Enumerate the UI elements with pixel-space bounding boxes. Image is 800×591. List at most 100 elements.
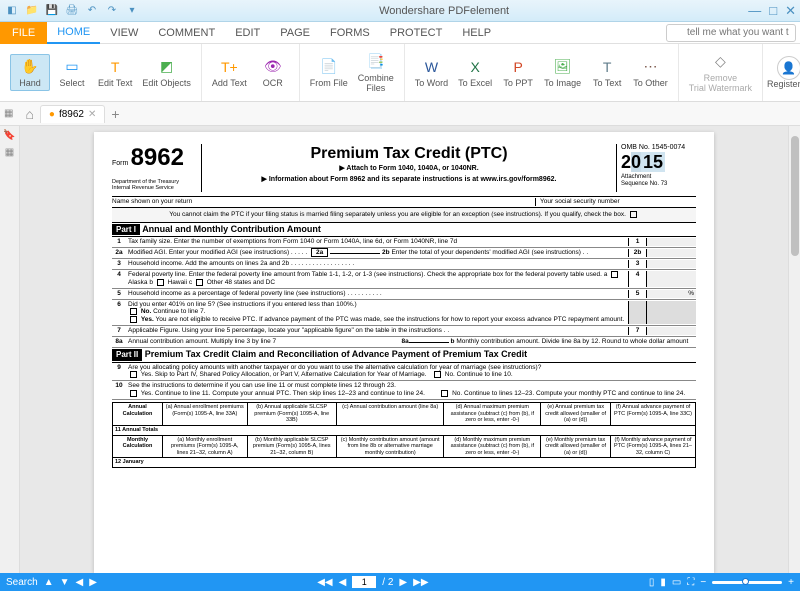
thumbnails-icon[interactable]: ▦	[5, 147, 14, 158]
menu-edit[interactable]: EDIT	[225, 22, 270, 44]
scroll-thumb[interactable]	[791, 136, 799, 256]
registered-button[interactable]: 👤Registered	[763, 54, 800, 92]
line2b-value[interactable]	[646, 249, 696, 257]
prev-page-button[interactable]: ◀	[339, 577, 347, 588]
remove-watermark-tool[interactable]: ◇Remove Trial Watermark	[685, 50, 756, 96]
page-number-input[interactable]	[352, 576, 376, 588]
home-tab-icon[interactable]: ⌂	[25, 106, 33, 122]
line1-value[interactable]	[646, 238, 696, 246]
line6-no-checkbox[interactable]	[130, 308, 137, 315]
save-icon[interactable]: 💾	[44, 3, 60, 19]
exception-checkbox[interactable]	[630, 211, 637, 218]
menu-protect[interactable]: PROTECT	[380, 22, 453, 44]
line10-no-checkbox[interactable]	[441, 390, 448, 397]
content-area: 🔖 ▦ Form 8962 Department of the Treasury…	[0, 126, 800, 573]
edit-text-tool[interactable]: TEdit Text	[94, 55, 136, 91]
omb: OMB No. 1545-0074	[621, 144, 696, 152]
menu-forms[interactable]: FORMS	[320, 22, 380, 44]
undo-icon[interactable]: ↶	[84, 3, 100, 19]
line3-value[interactable]	[646, 260, 696, 268]
row-12: 12 January	[113, 458, 696, 468]
hawaii-checkbox[interactable]	[157, 279, 164, 286]
user-icon: 👤	[777, 56, 800, 80]
to-text-tool[interactable]: TTo Text	[587, 55, 627, 91]
pdf-page: Form 8962 Department of the Treasury Int…	[94, 132, 714, 573]
line7: Applicable Figure. Using your line 5 per…	[126, 327, 628, 335]
redo-icon[interactable]: ↷	[104, 3, 120, 19]
qa-dropdown-icon[interactable]: ▾	[124, 3, 140, 19]
ocr-tool[interactable]: 👁OCR	[253, 55, 293, 91]
help-search-input[interactable]	[666, 24, 796, 42]
print-icon[interactable]: 🖨	[64, 3, 80, 19]
hand-tool[interactable]: ✋Hand	[10, 54, 50, 92]
zoom-slider[interactable]	[712, 581, 782, 584]
combine-files-tool[interactable]: 📑Combine Files	[354, 50, 398, 96]
menu-help[interactable]: HELP	[452, 22, 501, 44]
edit-objects-tool[interactable]: ◩Edit Objects	[138, 55, 195, 91]
zoom-out-button[interactable]: −	[700, 577, 706, 588]
close-button[interactable]: ✕	[785, 3, 796, 19]
to-image-tool[interactable]: 🖼To Image	[540, 55, 585, 91]
name-label: Name shown on your return	[112, 198, 536, 206]
menu-comment[interactable]: COMMENT	[148, 22, 225, 44]
excel-icon: X	[465, 57, 485, 77]
line7-value[interactable]	[646, 327, 696, 335]
to-other-tool[interactable]: ⋯To Other	[629, 55, 672, 91]
app-title: Wondershare PDFelement	[140, 5, 748, 17]
document-tab[interactable]: ● f8962 ✕	[40, 105, 105, 123]
menu-home[interactable]: HOME	[47, 22, 100, 44]
line2b: Enter the total of your dependents' modi…	[391, 249, 588, 256]
vertical-scrollbar[interactable]	[788, 126, 800, 573]
add-text-tool[interactable]: T+Add Text	[208, 55, 251, 91]
alaska-checkbox[interactable]	[611, 271, 618, 278]
select-icon: ▭	[62, 57, 82, 77]
line8b: Monthly contribution amount. Divide line…	[456, 338, 688, 345]
zoom-in-button[interactable]: +	[788, 577, 794, 588]
zoom-thumb[interactable]	[742, 578, 749, 585]
to-excel-tool[interactable]: XTo Excel	[454, 55, 496, 91]
line9-no-checkbox[interactable]	[434, 371, 441, 378]
add-text-icon: T+	[219, 57, 239, 77]
view-continuous-icon[interactable]: ▮	[660, 577, 666, 588]
from-file-tool[interactable]: 📄From File	[306, 55, 352, 91]
view-single-icon[interactable]: ▯	[649, 577, 655, 588]
nav-up-icon[interactable]: ▲	[44, 577, 54, 588]
line4-value[interactable]	[646, 271, 696, 287]
nav-left-icon[interactable]: ◀	[76, 577, 84, 588]
menu-view[interactable]: VIEW	[100, 22, 148, 44]
other-states-checkbox[interactable]	[196, 279, 203, 286]
bookmarks-icon[interactable]: 🔖	[3, 130, 15, 141]
row-11: 11 Annual Totals	[113, 426, 696, 436]
line10-yes-checkbox[interactable]	[130, 390, 137, 397]
page-count: / 2	[382, 577, 393, 588]
file-menu[interactable]: FILE	[0, 22, 47, 44]
nav-down-icon[interactable]: ▼	[60, 577, 70, 588]
open-icon[interactable]: 📁	[24, 3, 40, 19]
part2-title: Premium Tax Credit Claim and Reconciliat…	[145, 349, 527, 359]
first-page-button[interactable]: ◀◀	[317, 577, 332, 588]
line6-yes-checkbox[interactable]	[130, 316, 137, 323]
to-word-tool[interactable]: WTo Word	[411, 55, 452, 91]
maximize-button[interactable]: □	[769, 3, 777, 19]
panel-toggle-icon[interactable]: ▦	[4, 108, 13, 119]
line9-yes-checkbox[interactable]	[130, 371, 137, 378]
line6: Did you enter 401% on line 5? (See instr…	[128, 301, 626, 309]
document-tabs: ▦ ⌂ ● f8962 ✕ +	[0, 102, 800, 126]
to-ppt-tool[interactable]: PTo PPT	[498, 55, 538, 91]
tab-close-icon[interactable]: ✕	[88, 109, 96, 120]
select-tool[interactable]: ▭Select	[52, 55, 92, 91]
line5-value[interactable]: %	[646, 290, 696, 298]
nav-right-icon[interactable]: ▶	[89, 577, 97, 588]
next-page-button[interactable]: ▶	[399, 577, 407, 588]
search-label[interactable]: Search	[6, 577, 38, 588]
last-page-button[interactable]: ▶▶	[413, 577, 428, 588]
app-icon: ◧	[4, 3, 20, 19]
document-viewport[interactable]: Form 8962 Department of the Treasury Int…	[20, 126, 788, 573]
minimize-button[interactable]: —	[748, 3, 761, 19]
view-facing-icon[interactable]: ▭	[672, 577, 681, 588]
watermark-icon: ◇	[710, 52, 730, 72]
image-icon: 🖼	[553, 57, 573, 77]
fit-width-icon[interactable]: ⛶	[687, 577, 694, 588]
menu-page[interactable]: PAGE	[270, 22, 320, 44]
add-tab-button[interactable]: +	[111, 106, 119, 122]
